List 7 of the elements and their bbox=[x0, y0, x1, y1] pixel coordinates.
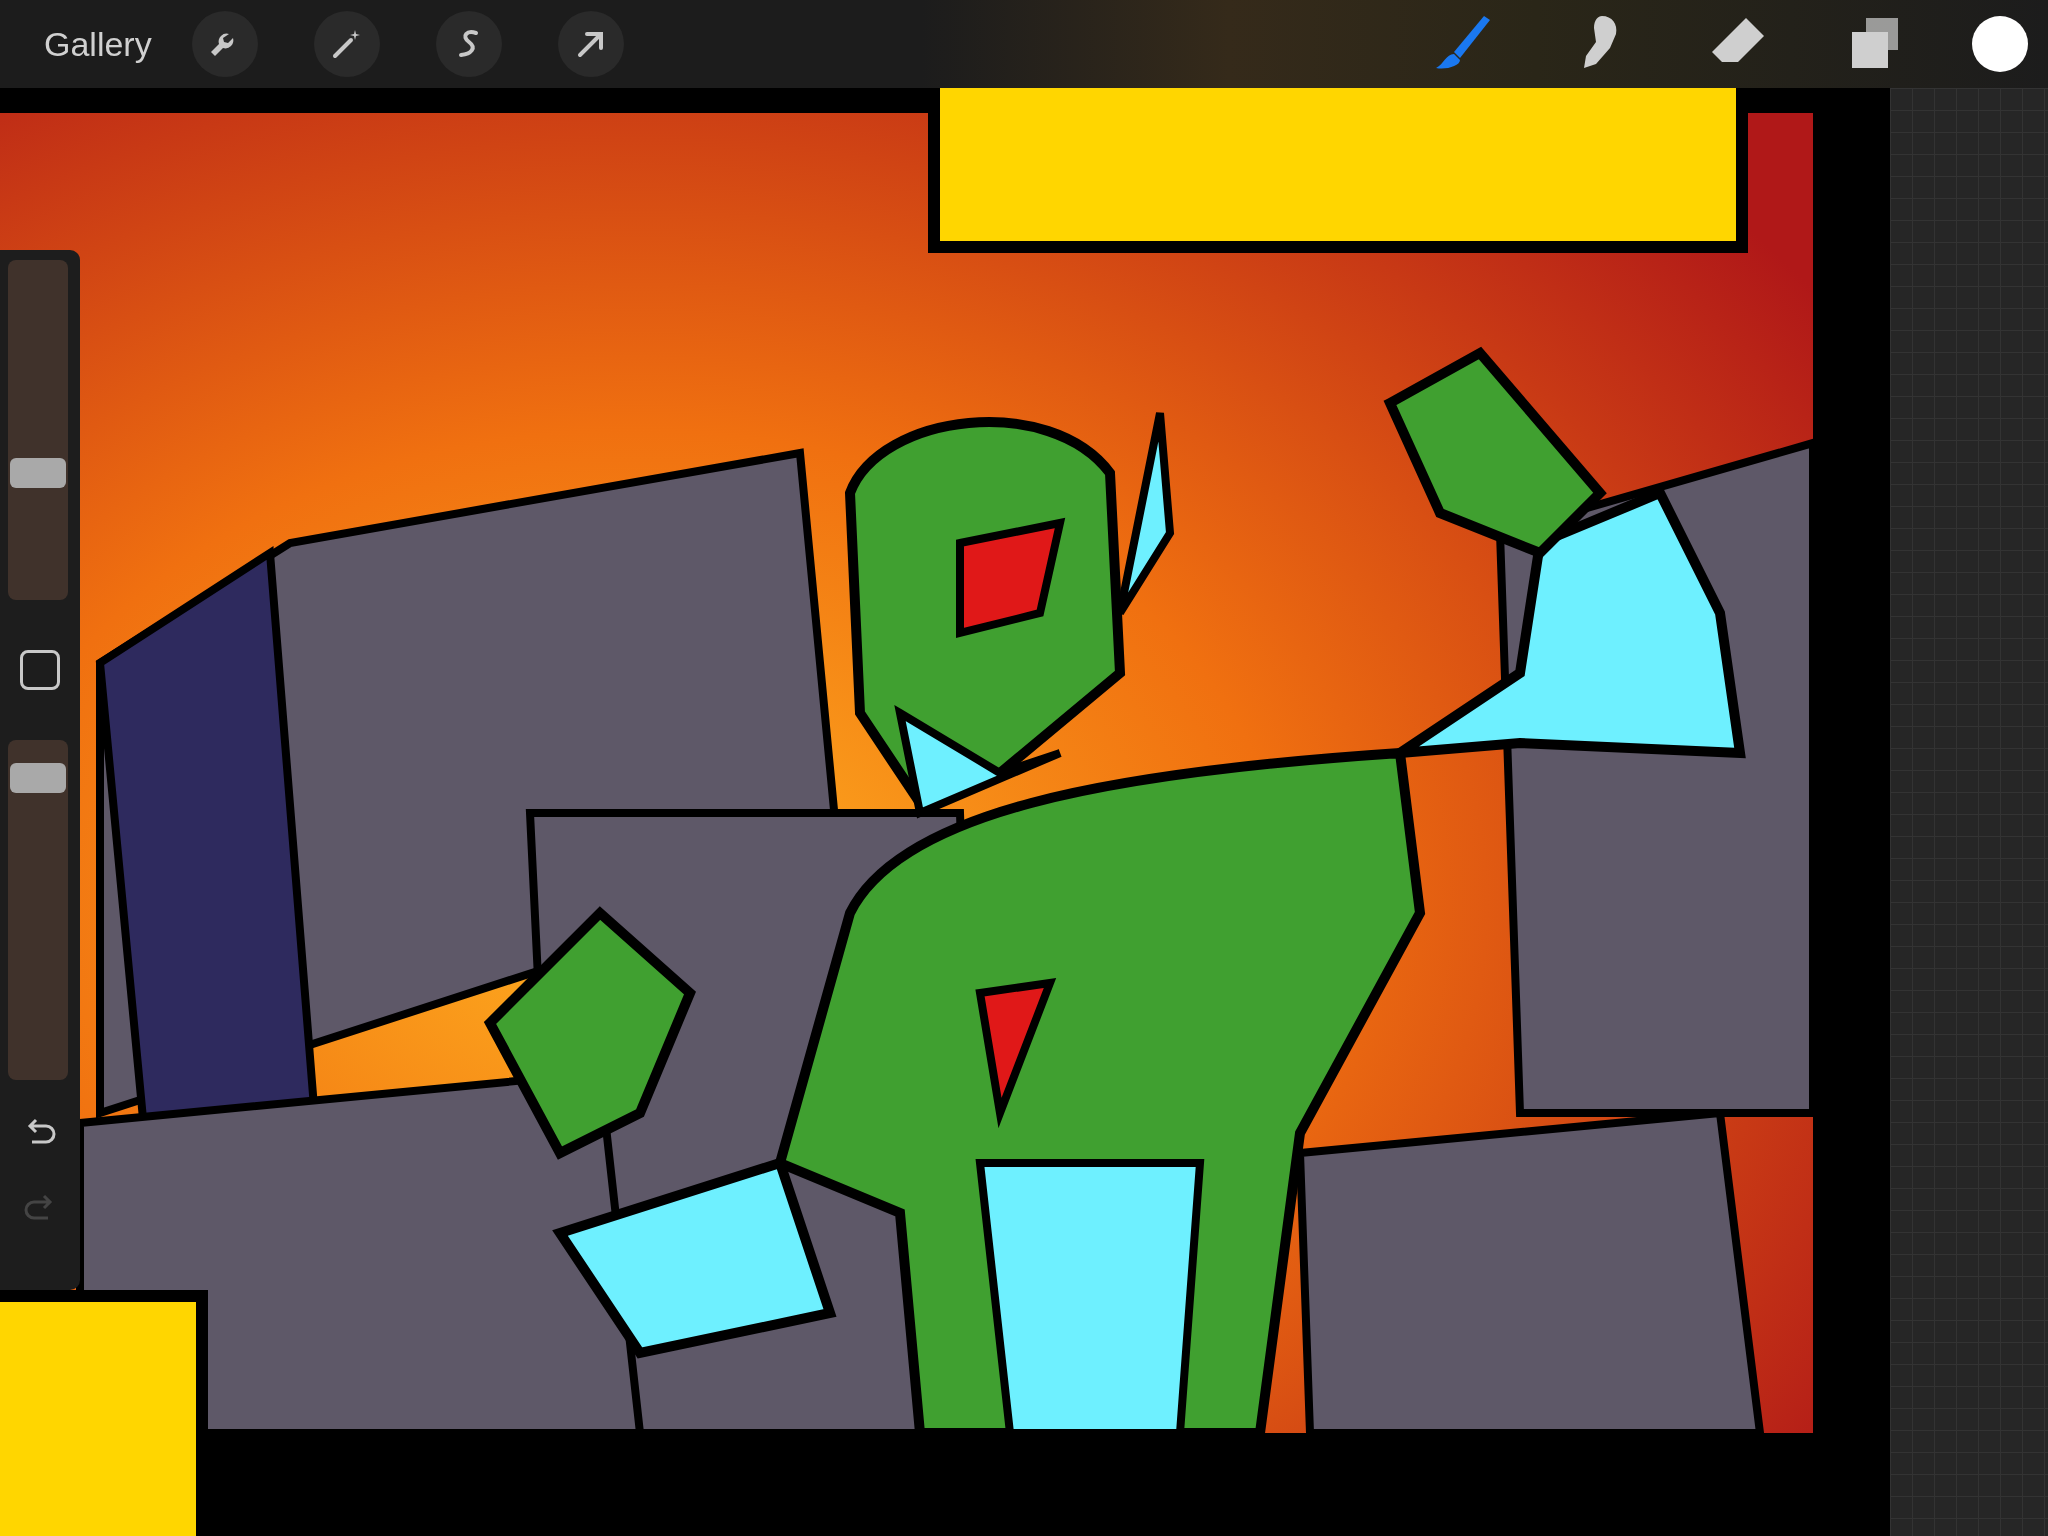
opacity-slider[interactable] bbox=[8, 740, 68, 1080]
color-swatch[interactable] bbox=[1972, 16, 2028, 72]
slider-thumb[interactable] bbox=[10, 763, 66, 794]
size-slider[interactable] bbox=[8, 260, 68, 600]
modify-button[interactable] bbox=[20, 650, 60, 690]
slider-thumb[interactable] bbox=[10, 457, 66, 488]
gallery-link[interactable]: Gallery bbox=[44, 18, 152, 70]
